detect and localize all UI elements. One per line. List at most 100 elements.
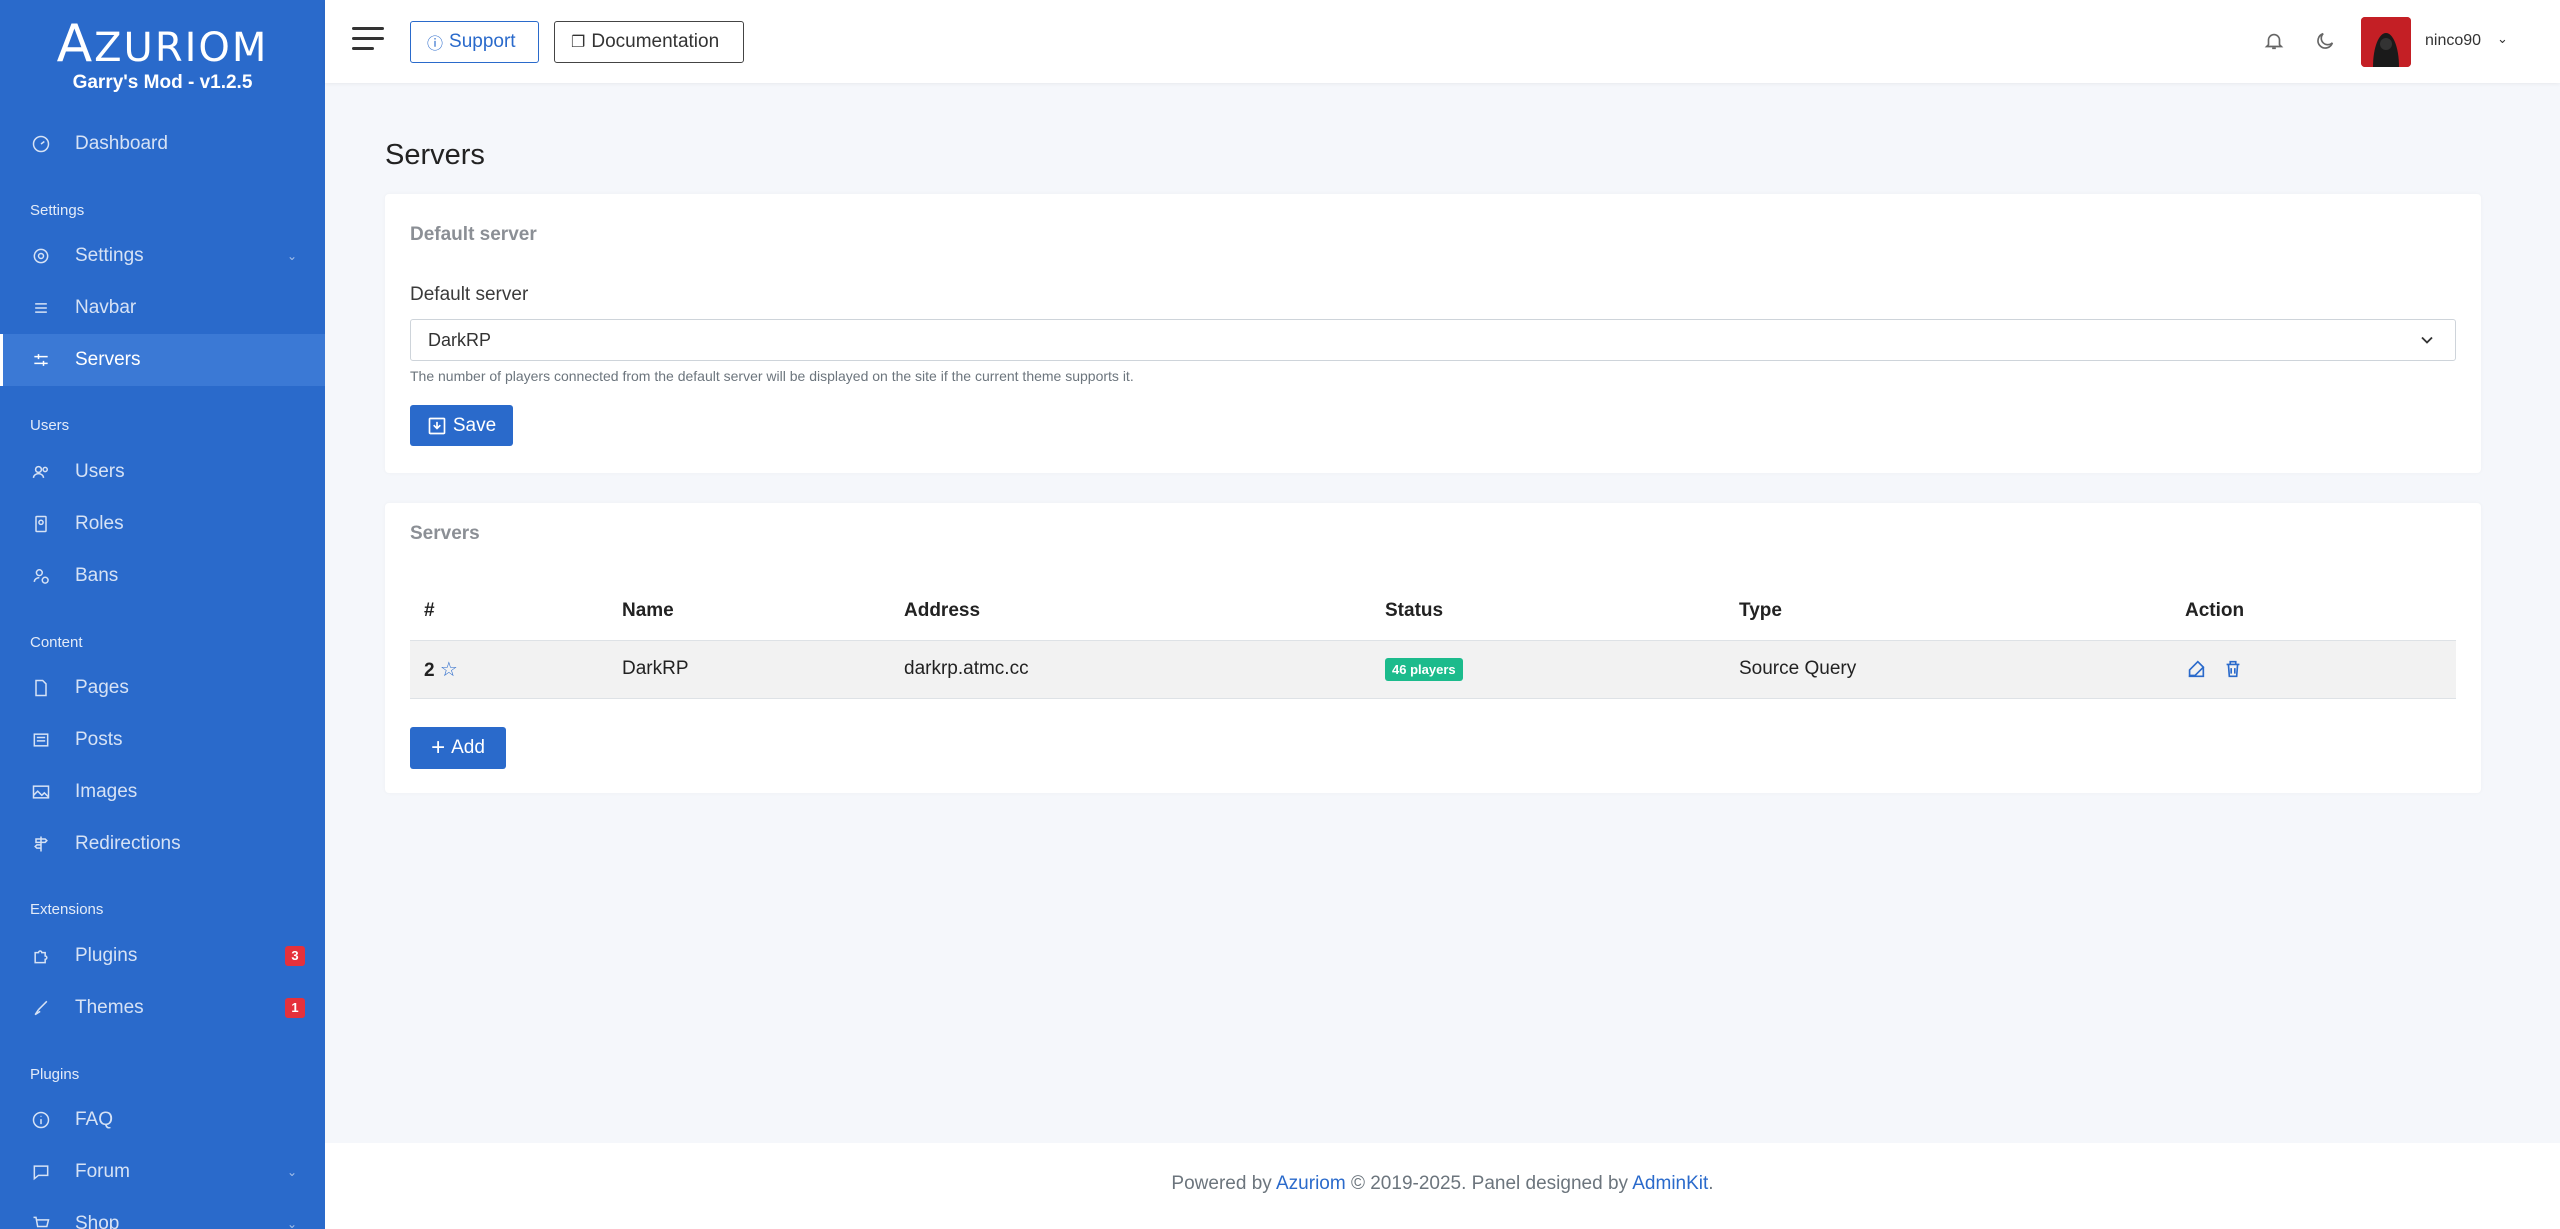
sidebar-item-label: Themes xyxy=(75,997,144,1018)
bell-icon[interactable] xyxy=(2263,30,2285,52)
sidebar-item-label: Servers xyxy=(75,349,141,370)
cell-address: darkrp.atmc.cc xyxy=(890,640,1371,699)
cell-type: Source Query xyxy=(1725,640,2171,699)
documentation-label: Documentation xyxy=(591,31,720,52)
servers-table: # Name Address Status Type Action 2 ☆ Da… xyxy=(410,583,2456,699)
sidebar-item-redirections[interactable]: Redirections xyxy=(0,818,325,870)
chevron-down-icon[interactable]: ⌄ xyxy=(2497,31,2508,47)
column-header: Status xyxy=(1371,583,1725,641)
cell-status: 46 players xyxy=(1371,640,1725,699)
sidebar-item-label: Images xyxy=(75,781,138,802)
sidebar-item-label: Posts xyxy=(75,729,123,750)
save-label: Save xyxy=(452,414,497,436)
column-header: Type xyxy=(1725,583,2171,641)
gear-icon xyxy=(30,245,52,267)
column-header: Address xyxy=(890,583,1371,641)
sidebar-item-bans[interactable]: Bans xyxy=(0,550,325,602)
avatar[interactable] xyxy=(2361,17,2411,67)
select-value: DarkRP xyxy=(428,329,492,350)
chevron-down-icon xyxy=(2417,330,2437,355)
add-server-button[interactable]: + Add xyxy=(410,727,506,769)
chevron-down-icon: ⌄ xyxy=(286,249,297,263)
sidebar-item-shop[interactable]: Shop ⌄ xyxy=(0,1198,325,1229)
documentation-button[interactable]: ❐ Documentation xyxy=(554,21,744,63)
azuriom-link[interactable]: Azuriom xyxy=(1276,1173,1346,1194)
cell-action xyxy=(2171,640,2456,699)
footer-text: © 2019-2025. Panel designed by xyxy=(1345,1173,1633,1194)
default-server-card: Default server Default server DarkRP The… xyxy=(385,194,2481,473)
plus-icon: + xyxy=(431,734,446,761)
signpost-icon xyxy=(30,833,52,855)
star-icon[interactable]: ☆ xyxy=(440,659,458,681)
sidebar-item-label: Navbar xyxy=(75,297,137,318)
adminkit-link[interactable]: AdminKit xyxy=(1632,1173,1708,1194)
server-id: 2 xyxy=(424,659,435,681)
info-icon xyxy=(30,1109,52,1131)
sidebar-item-faq[interactable]: FAQ xyxy=(0,1094,325,1146)
username[interactable]: ninco90 xyxy=(2425,32,2481,50)
default-server-select[interactable]: DarkRP xyxy=(410,319,2456,361)
brand-subtitle: Garry's Mod - v1.2.5 xyxy=(72,72,253,93)
newspaper-icon xyxy=(30,729,52,751)
nav-header-content: Content xyxy=(30,634,83,651)
file-icon xyxy=(30,677,52,699)
sidebar-item-servers[interactable]: Servers xyxy=(0,334,325,386)
card-title: Servers xyxy=(410,523,480,544)
sidebar-item-posts[interactable]: Posts xyxy=(0,714,325,766)
user-ban-icon xyxy=(30,565,52,587)
brand[interactable]: AZURIOM Garry's Mod - v1.2.5 xyxy=(0,0,325,100)
hamburger-menu-icon[interactable] xyxy=(352,27,384,53)
sidebar-item-label: Shop xyxy=(75,1213,120,1229)
edit-icon[interactable] xyxy=(2185,658,2207,680)
nav-header-extensions: Extensions xyxy=(30,901,104,918)
puzzle-icon xyxy=(30,945,52,967)
sidebar-item-images[interactable]: Images xyxy=(0,766,325,818)
save-button[interactable]: Save xyxy=(410,405,513,446)
add-label: Add xyxy=(451,737,485,758)
sidebar-item-dashboard[interactable]: Dashboard xyxy=(0,118,325,170)
help-text: The number of players connected from the… xyxy=(410,368,1134,384)
id-badge-icon xyxy=(30,513,52,535)
topbar: ⓘ Support ❐ Documentation ninco90 ⌄ xyxy=(325,0,2560,83)
status-badge: 46 players xyxy=(1385,658,1463,681)
nav-header-users: Users xyxy=(30,417,70,434)
sidebar-item-label: Users xyxy=(75,461,125,482)
sidebar-item-navbar[interactable]: Navbar xyxy=(0,282,325,334)
support-button[interactable]: ⓘ Support xyxy=(410,21,539,63)
question-circle-icon: ⓘ xyxy=(427,36,444,53)
sidebar-item-label: Forum xyxy=(75,1161,130,1182)
brand-logo: AZURIOM xyxy=(56,14,269,74)
sidebar-item-label: Pages xyxy=(75,677,129,698)
sidebar-item-pages[interactable]: Pages xyxy=(0,662,325,714)
page-title: Servers xyxy=(385,139,485,171)
chevron-down-icon: ⌄ xyxy=(286,1217,297,1229)
table-row: 2 ☆ DarkRP darkrp.atmc.cc 46 players Sou… xyxy=(410,640,2456,699)
save-icon xyxy=(427,416,447,436)
sidebar-item-settings[interactable]: Settings ⌄ xyxy=(0,230,325,282)
sidebar: AZURIOM Garry's Mod - v1.2.5 Dashboard S… xyxy=(0,0,325,1229)
cart-icon xyxy=(30,1213,52,1229)
moon-icon[interactable] xyxy=(2314,30,2336,52)
sidebar-item-label: FAQ xyxy=(75,1109,114,1130)
nav-header-plugins: Plugins xyxy=(30,1066,80,1083)
list-icon xyxy=(30,297,52,319)
sidebar-item-forum[interactable]: Forum ⌄ xyxy=(0,1146,325,1198)
footer-text: Powered by xyxy=(1171,1173,1276,1194)
chevron-down-icon: ⌄ xyxy=(286,1165,297,1179)
table-header-row: # Name Address Status Type Action xyxy=(410,583,2456,641)
chat-icon xyxy=(30,1161,52,1183)
column-header: # xyxy=(410,583,608,641)
sidebar-item-plugins[interactable]: Plugins 3 xyxy=(0,930,325,982)
sidebar-item-users[interactable]: Users xyxy=(0,446,325,498)
trash-icon[interactable] xyxy=(2222,658,2244,680)
sidebar-item-themes[interactable]: Themes 1 xyxy=(0,982,325,1034)
cell-id: 2 ☆ xyxy=(410,640,608,699)
sidebar-item-label: Redirections xyxy=(75,833,181,854)
default-server-label: Default server xyxy=(410,284,529,305)
brush-icon xyxy=(30,997,52,1019)
footer-text: . xyxy=(1708,1173,1714,1194)
image-icon xyxy=(30,781,52,803)
themes-badge: 1 xyxy=(285,998,305,1018)
sidebar-item-roles[interactable]: Roles xyxy=(0,498,325,550)
nav-header-settings: Settings xyxy=(30,202,85,219)
